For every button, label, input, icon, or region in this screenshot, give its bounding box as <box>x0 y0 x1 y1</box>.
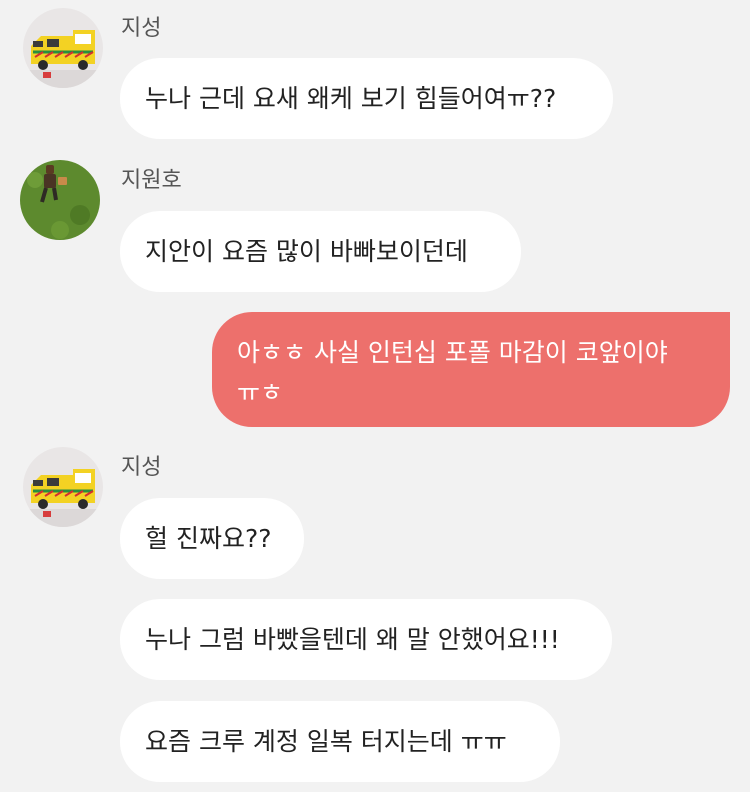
message-text: 누나 그럼 바빴을텐데 왜 말 안했어요!!! <box>145 625 560 654</box>
message-text: 헐 진짜요?? <box>145 524 272 553</box>
message-text: 아ㅎㅎ 사실 인턴십 포폴 마감이 코앞이야 <box>237 338 668 367</box>
message-bubble[interactable]: 지안이 요즘 많이 바빠보이던데 <box>120 211 521 292</box>
message-text: 지안이 요즘 많이 바빠보이던데 <box>145 237 468 266</box>
message-bubble[interactable]: 누나 근데 요새 왜케 보기 힘들어여ㅠ?? <box>120 58 613 139</box>
message-text: 요즘 크루 계정 일복 터지는데 ㅠㅠ <box>145 727 507 756</box>
ambulance-avatar-icon[interactable] <box>23 8 103 88</box>
sender-name: 지원호 <box>121 168 182 193</box>
message-text: 누나 근데 요새 왜케 보기 힘들어여ㅠ?? <box>145 84 557 113</box>
sender-name: 지성 <box>121 16 162 41</box>
message-bubble[interactable]: 헐 진짜요?? <box>120 498 304 579</box>
ambulance-avatar-icon[interactable] <box>23 447 103 527</box>
message-text: ㅠㅎ <box>237 378 284 407</box>
my-message-bubble[interactable]: 아ㅎㅎ 사실 인턴십 포폴 마감이 코앞이야 ㅠㅎ <box>212 312 730 427</box>
message-bubble[interactable]: 요즘 크루 계정 일복 터지는데 ㅠㅠ <box>120 701 560 782</box>
grass-figure-avatar-icon[interactable] <box>20 160 100 240</box>
chat-thread: 지성 누나 근데 요새 왜케 보기 힘들어여ㅠ?? 지원호 지안이 요즘 많이 … <box>0 0 750 792</box>
sender-name: 지성 <box>121 455 162 480</box>
message-bubble[interactable]: 누나 그럼 바빴을텐데 왜 말 안했어요!!! <box>120 599 612 680</box>
